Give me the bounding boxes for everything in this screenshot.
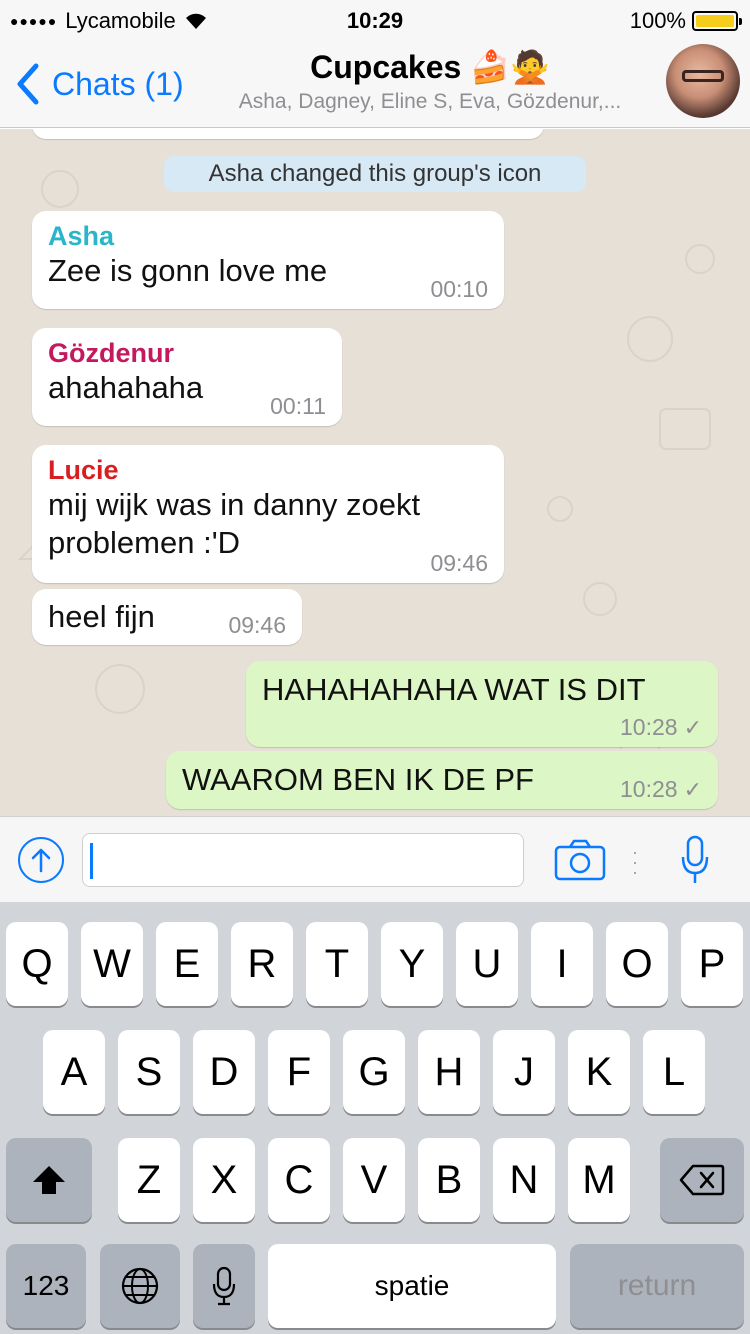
message-bubble[interactable]: Asha Zee is gonn love me 00:10 xyxy=(32,211,504,309)
message-sender: Asha xyxy=(48,221,115,251)
key-o[interactable]: O xyxy=(606,922,668,1006)
text-cursor xyxy=(90,843,93,879)
camera-icon[interactable] xyxy=(554,839,606,881)
message-time: 10:28 xyxy=(620,714,678,740)
message-text: mij wijk was in danny zoekt problemen :'… xyxy=(48,487,421,560)
key-f[interactable]: F xyxy=(268,1030,330,1114)
attach-button[interactable] xyxy=(18,837,64,883)
key-p[interactable]: P xyxy=(681,922,743,1006)
key-m[interactable]: M xyxy=(568,1138,630,1222)
return-key[interactable]: return xyxy=(570,1244,744,1328)
key-u[interactable]: U xyxy=(456,922,518,1006)
key-x[interactable]: X xyxy=(193,1138,255,1222)
message-text: HAHAHAHAHA WAT IS DIT xyxy=(262,672,646,707)
microphone-icon[interactable] xyxy=(680,835,710,885)
globe-key[interactable] xyxy=(100,1244,180,1328)
partial-message-bubble xyxy=(32,129,544,139)
key-y[interactable]: Y xyxy=(381,922,443,1006)
message-time-wrapper: 10:28 ✓ xyxy=(620,776,702,803)
shift-arrow-icon xyxy=(33,1166,65,1194)
back-button[interactable]: Chats (1) xyxy=(14,62,184,106)
keyboard: Q W E R T Y U I O P A S D F G H J K L Z … xyxy=(0,902,750,1334)
key-i[interactable]: I xyxy=(531,922,593,1006)
battery-level-fill xyxy=(696,15,734,27)
sent-check-icon: ✓ xyxy=(683,715,702,740)
chat-header[interactable]: Cupcakes 🍰🙅 Asha, Dagney, Eline S, Eva, … xyxy=(200,48,660,114)
group-members: Asha, Dagney, Eline S, Eva, Gözdenur,... xyxy=(238,90,622,113)
key-r[interactable]: R xyxy=(231,922,293,1006)
key-c[interactable]: C xyxy=(268,1138,330,1222)
numbers-key[interactable]: 123 xyxy=(6,1244,86,1328)
backspace-icon xyxy=(679,1164,725,1196)
chevron-left-icon xyxy=(17,63,39,105)
globe-icon xyxy=(121,1267,159,1305)
key-q[interactable]: Q xyxy=(6,922,68,1006)
outgoing-message-bubble[interactable]: HAHAHAHAHA WAT IS DIT 10:28 ✓ xyxy=(246,661,718,747)
message-time: 09:46 xyxy=(430,550,488,576)
message-bubble[interactable]: Gözdenur ahahahaha 00:11 xyxy=(32,328,342,426)
system-message: Asha changed this group's icon xyxy=(164,156,586,192)
message-time: 09:46 xyxy=(228,612,286,638)
message-text-input[interactable] xyxy=(82,833,524,887)
key-a[interactable]: A xyxy=(43,1030,105,1114)
battery-icon xyxy=(692,11,742,31)
sent-check-icon: ✓ xyxy=(683,777,702,802)
message-sender: Gözdenur xyxy=(48,338,174,368)
key-t[interactable]: T xyxy=(306,922,368,1006)
group-avatar[interactable] xyxy=(666,44,740,118)
message-input-bar: · · · xyxy=(0,816,750,902)
message-text: Zee is gonn love me xyxy=(48,253,328,288)
key-b[interactable]: B xyxy=(418,1138,480,1222)
key-n[interactable]: N xyxy=(493,1138,555,1222)
message-bubble[interactable]: heel fijn 09:46 xyxy=(32,589,302,645)
key-s[interactable]: S xyxy=(118,1030,180,1114)
dictation-key[interactable] xyxy=(193,1244,255,1328)
nav-bar: Chats (1) Cupcakes 🍰🙅 Asha, Dagney, Elin… xyxy=(0,40,750,128)
avatar-photo-detail xyxy=(682,70,724,82)
key-z[interactable]: Z xyxy=(118,1138,180,1222)
chat-area[interactable]: Asha changed this group's icon Asha Zee … xyxy=(0,129,750,816)
separator-dots: · · · xyxy=(632,842,638,882)
space-key[interactable]: spatie xyxy=(268,1244,556,1328)
key-e[interactable]: E xyxy=(156,922,218,1006)
status-bar: ●●●●● Lycamobile 10:29 100% xyxy=(0,0,750,40)
key-d[interactable]: D xyxy=(193,1030,255,1114)
battery-percent: 100% xyxy=(629,8,686,33)
shift-key[interactable] xyxy=(6,1138,92,1222)
backspace-key[interactable] xyxy=(660,1138,744,1222)
arrow-up-icon xyxy=(31,848,51,873)
key-l[interactable]: L xyxy=(643,1030,705,1114)
key-k[interactable]: K xyxy=(568,1030,630,1114)
key-j[interactable]: J xyxy=(493,1030,555,1114)
message-time: 00:11 xyxy=(270,393,326,419)
message-time: 00:10 xyxy=(430,276,488,302)
group-name: Cupcakes 🍰🙅 xyxy=(310,49,550,85)
message-time: 10:28 xyxy=(620,776,678,802)
back-button-label: Chats (1) xyxy=(52,65,184,102)
key-v[interactable]: V xyxy=(343,1138,405,1222)
key-g[interactable]: G xyxy=(343,1030,405,1114)
key-h[interactable]: H xyxy=(418,1030,480,1114)
message-bubble[interactable]: Lucie mij wijk was in danny zoekt proble… xyxy=(32,445,504,583)
microphone-icon xyxy=(212,1266,236,1306)
message-time-wrapper: 10:28 ✓ xyxy=(620,714,702,741)
message-sender: Lucie xyxy=(48,455,119,485)
outgoing-message-bubble[interactable]: WAAROM BEN IK DE PF 10:28 ✓ xyxy=(166,751,718,809)
key-w[interactable]: W xyxy=(81,922,143,1006)
